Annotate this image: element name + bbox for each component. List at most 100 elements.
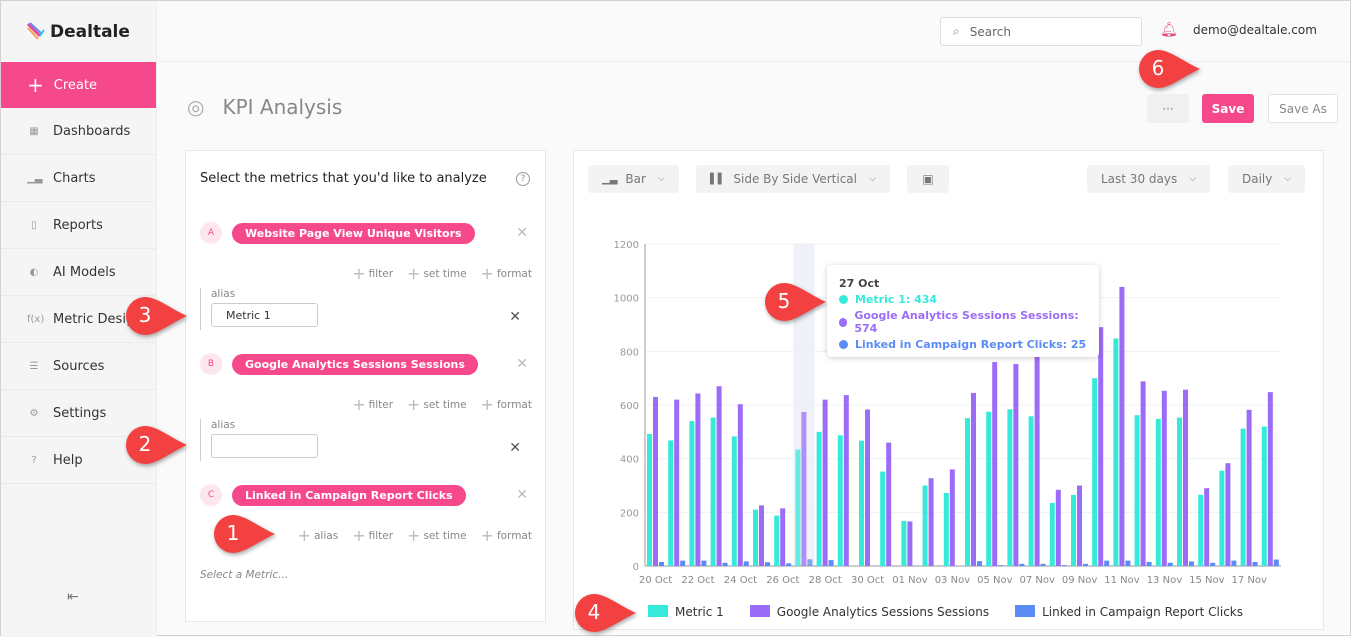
user-email[interactable]: demo@dealtale.com [1193, 23, 1317, 37]
legend-item[interactable]: Linked in Campaign Report Clicks [1015, 605, 1243, 619]
label-icon: ▣ [922, 172, 934, 186]
chart-card: ▁▃ Bar ⌵ ▌▌ Side By Side Vertical ⌵ ▣ Last 3… [573, 150, 1324, 630]
add-set-time-button[interactable]: + set time [407, 395, 467, 414]
callout-marker: 5 [764, 281, 826, 321]
chevron-down-icon: ⌵ [1284, 174, 1292, 184]
alias-label: alias [211, 288, 236, 300]
sidebar-item-sources[interactable]: ☰ Sources [1, 343, 156, 390]
add-format-button[interactable]: + format [481, 526, 532, 545]
dealtale-logo-icon [26, 21, 45, 40]
sidebar-item-dashboards[interactable]: ▦ Dashboards [1, 108, 156, 155]
legend-swatch [1015, 605, 1036, 617]
function-icon: f(x) [27, 313, 45, 325]
add-format-button[interactable]: + format [481, 395, 532, 414]
callout-marker: 3 [125, 295, 187, 335]
bell-icon[interactable]: 🔔︎ [1160, 22, 1178, 38]
tooltip-row: Linked in Campaign Report Clicks: 25 [839, 338, 1087, 351]
metric-options: + filter + set time + format [352, 395, 532, 414]
metric-row-b: B Google Analytics Sessions Sessions [200, 353, 478, 375]
metric-letter: A [200, 222, 222, 244]
remove-metric-icon[interactable]: ✕ [516, 225, 528, 241]
legend-item[interactable]: Metric 1 [648, 605, 724, 619]
legend-item[interactable]: Google Analytics Sessions Sessions [749, 605, 989, 619]
gear-icon: ⚙ [29, 407, 39, 419]
alias-input[interactable] [211, 303, 318, 327]
sidebar-item-reports[interactable]: ▯ Reports [1, 202, 156, 249]
collapse-sidebar-icon[interactable]: ⇤ [67, 589, 79, 605]
legend-swatch [648, 605, 668, 617]
remove-alias-icon[interactable]: ✕ [509, 440, 521, 456]
chevron-down-icon: ⌵ [869, 174, 876, 184]
page-title-text: KPI Analysis [222, 95, 343, 119]
add-filter-button[interactable]: + filter [352, 264, 393, 283]
help-icon[interactable]: ? [516, 172, 530, 186]
layout-dropdown[interactable]: ▌▌ Side By Side Vertical ⌵ [696, 165, 890, 193]
metric-pill[interactable]: Linked in Campaign Report Clicks [232, 484, 466, 506]
sidebar-item-label: Sources [53, 358, 105, 374]
sidebar-item-ai-models[interactable]: ◐ AI Models [1, 249, 156, 296]
alias-label: alias [211, 419, 236, 431]
date-range-dropdown[interactable]: Last 30 days ⌵ [1087, 165, 1211, 193]
callout-marker: 6 [1138, 48, 1200, 88]
remove-metric-icon[interactable]: ✕ [516, 487, 528, 503]
chevron-down-icon: ⌵ [657, 174, 665, 184]
metric-options: + alias + filter + set time + format [298, 526, 532, 545]
metric-row-c: C Linked in Campaign Report Clicks [200, 484, 466, 506]
database-icon: ☰ [29, 360, 39, 372]
tooltip-row: Metric 1: 434 [839, 293, 1087, 306]
side-by-side-icon: ▌▌ [710, 173, 726, 185]
callout-marker: 2 [125, 424, 187, 464]
remove-metric-icon[interactable]: ✕ [516, 356, 528, 372]
add-set-time-button[interactable]: + set time [407, 526, 467, 545]
sidebar-item-label: Dashboards [53, 123, 131, 139]
sidebar-item-label: Settings [53, 405, 107, 421]
document-icon: ▯ [31, 219, 37, 231]
bar-chart-icon: ▁▃ [27, 172, 43, 184]
alias-input[interactable] [211, 434, 318, 458]
metric-pill[interactable]: Google Analytics Sessions Sessions [232, 353, 478, 375]
tooltip-row: Google Analytics Sessions Sessions: 574 [839, 309, 1087, 335]
create-button[interactable]: + Create [1, 62, 156, 108]
search-placeholder: Search [969, 24, 1011, 39]
search-input[interactable]: ⌕ Search [940, 17, 1142, 46]
granularity-dropdown[interactable]: Daily ⌵ [1228, 165, 1306, 193]
alias-group: alias [200, 419, 318, 461]
sidebar-item-charts[interactable]: ▁▃ Charts [1, 155, 156, 202]
metric-pill[interactable]: Website Page View Unique Visitors [232, 222, 475, 244]
legend-swatch [749, 605, 770, 617]
save-button[interactable]: Save [1202, 94, 1254, 123]
tooltip-date: 27 Oct [839, 277, 880, 290]
add-set-time-button[interactable]: + set time [407, 264, 467, 283]
sidebar-item-label: Help [53, 452, 83, 468]
metric-row-a: A Website Page View Unique Visitors [200, 222, 475, 244]
chevron-down-icon: ⌵ [1189, 174, 1197, 184]
sidebar-item-label: Charts [53, 170, 96, 186]
add-format-button[interactable]: + format [481, 264, 532, 283]
chart-legend: Metric 1 Google Analytics Sessions Sessi… [648, 605, 1243, 619]
alias-group: alias [200, 288, 318, 330]
label-toggle-button[interactable]: ▣ [907, 165, 949, 193]
more-button[interactable]: ··· [1147, 94, 1189, 123]
add-filter-button[interactable]: + filter [352, 526, 393, 545]
target-icon: ◎ [187, 95, 205, 119]
page-title: ◎ KPI Analysis [187, 95, 342, 119]
chart-tooltip: 27 Oct Metric 1: 434 Google Analytics Se… [827, 265, 1099, 357]
metrics-heading: Select the metrics that you'd like to an… [200, 171, 487, 186]
sidebar-item-label: Reports [53, 217, 103, 233]
add-alias-button[interactable]: + alias [298, 526, 339, 545]
help-icon: ? [31, 454, 37, 466]
app-name: Dealtale [50, 21, 130, 42]
chart-type-dropdown[interactable]: ▁▃ Bar ⌵ [588, 165, 679, 193]
sidebar-item-label: AI Models [53, 264, 116, 280]
grid-icon: ▦ [29, 125, 39, 137]
metric-letter: C [200, 484, 222, 506]
select-metric-input[interactable]: Select a Metric... [200, 569, 288, 581]
bar-chart-icon: ▁▃ [602, 173, 618, 185]
logo[interactable]: Dealtale [1, 1, 156, 62]
save-as-button[interactable]: Save As [1268, 94, 1338, 123]
metric-letter: B [200, 353, 222, 375]
callout-marker: 1 [213, 513, 275, 553]
add-filter-button[interactable]: + filter [352, 395, 393, 414]
metric-options: + filter + set time + format [352, 264, 532, 283]
remove-alias-icon[interactable]: ✕ [509, 309, 521, 325]
